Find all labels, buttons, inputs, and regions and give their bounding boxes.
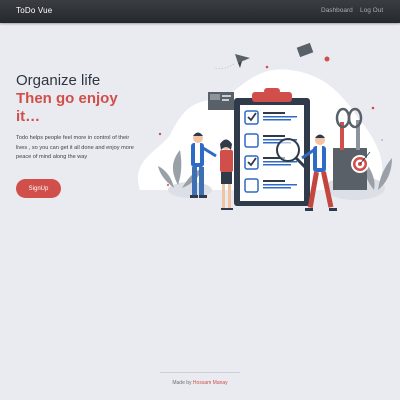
nav-dashboard-link[interactable]: Dashboard (321, 7, 353, 14)
brand-logo[interactable]: ToDo Vue (16, 6, 52, 15)
footer: Made by Hossam Manay (0, 380, 400, 386)
photo-card-icon (208, 92, 234, 110)
signup-button[interactable]: SignUp (16, 179, 61, 198)
nav-logout-link[interactable]: Log Out (360, 7, 383, 14)
hero-description: Todo helps people feel more in control o… (16, 135, 134, 161)
paper-plane-icon (214, 54, 250, 69)
footer-credit-text: Made by (172, 380, 193, 386)
envelope-icon (296, 42, 314, 58)
hero-highlight: Then go enjoy it… (16, 90, 118, 125)
todo-checklist-illustration (137, 42, 392, 211)
top-navbar: ToDo Vue Dashboard Log Out (0, 0, 400, 23)
person-woman (220, 139, 233, 210)
footer-divider (160, 372, 240, 373)
footer-author-link[interactable]: Hossam Manay (193, 380, 228, 386)
